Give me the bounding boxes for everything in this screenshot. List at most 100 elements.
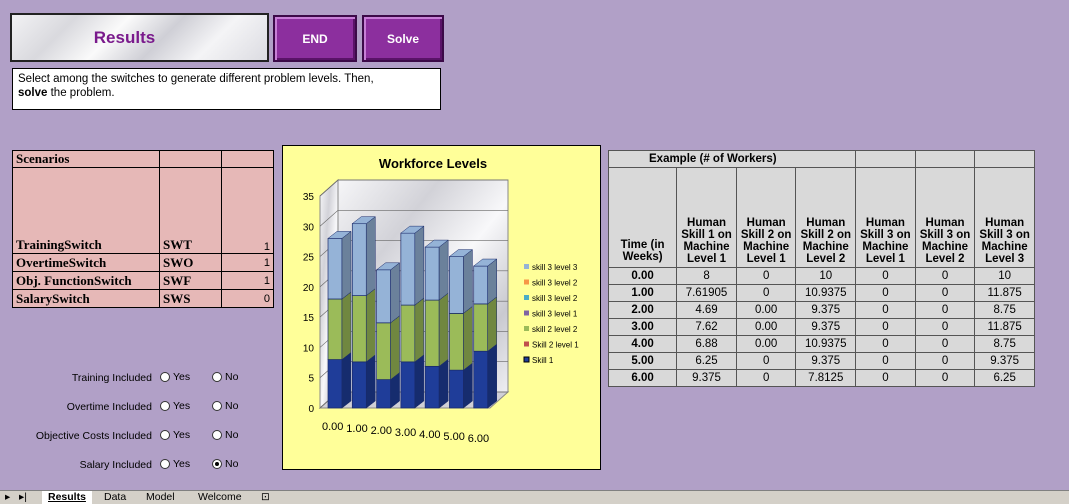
week-cell[interactable]: 1.00 [607,284,678,302]
new-sheet-icon[interactable]: ⊡ [255,491,276,504]
value-cell[interactable]: 0 [735,369,797,387]
value-cell[interactable]: 6.88 [676,335,737,353]
bar-face [473,303,489,352]
training-no-radio[interactable]: No [212,371,238,383]
value-cell[interactable]: 0 [735,352,797,370]
value-cell[interactable]: 6.25 [676,352,737,370]
value-cell[interactable]: 0 [914,352,976,370]
overtime-no-radio[interactable]: No [212,400,238,412]
week-cell[interactable]: 6.00 [607,369,678,387]
value-cell[interactable]: 0.00 [735,318,797,336]
bar-side [487,343,497,409]
week-cell[interactable]: 4.00 [607,335,678,353]
bar-face [376,322,391,380]
objective-no-radio[interactable]: No [212,429,238,441]
salary-no-radio[interactable]: No [212,458,238,470]
bar-segment [400,297,425,363]
value-cell[interactable]: 0.00 [735,301,797,319]
value-cell[interactable]: 8.75 [974,301,1035,319]
tab-results[interactable]: Results [42,491,92,504]
chart-plot-area: 0 5 10 15 20 25 30 35 0.00 1.00 2.00 3.00 4.00 5.00 6.… [303,178,510,445]
value-cell[interactable]: 9.375 [795,352,857,370]
value-cell[interactable]: 8 [676,267,737,285]
bar-face [400,361,416,409]
value-cell[interactable]: 6.25 [974,369,1035,387]
bar-face [449,369,464,409]
overtime-yes-radio[interactable]: Yes [160,400,190,412]
scenario-value[interactable]: 1 [221,271,274,290]
week-cell[interactable]: 2.00 [607,301,678,319]
value-cell[interactable]: 8.75 [974,335,1035,353]
solve-button[interactable]: Solve [362,15,444,62]
value-cell[interactable]: 0 [914,267,976,285]
value-cell[interactable]: 0 [855,352,916,370]
salary-option-row: Salary Included Yes No [12,458,272,474]
value-cell[interactable]: 10.9375 [795,335,857,353]
value-cell[interactable]: 7.8125 [795,369,857,387]
bar-face [376,269,391,324]
salary-yes-radio[interactable]: Yes [160,458,190,470]
value-cell[interactable]: 0 [855,369,916,387]
value-cell[interactable]: 0 [855,267,916,285]
results-title-box: Results [10,13,269,62]
tab-data[interactable]: Data [98,491,132,504]
value-cell[interactable]: 7.62 [676,318,737,336]
bar-side [438,239,449,301]
value-cell[interactable]: 11.875 [974,284,1035,302]
value-cell[interactable]: 0 [855,301,916,319]
week-cell[interactable]: 5.00 [607,352,678,370]
bar-side [341,291,352,361]
value-cell[interactable]: 9.375 [795,301,857,319]
value-cell[interactable]: 0 [735,284,797,302]
bar-side [438,358,449,409]
blank-cell [221,150,274,168]
value-cell[interactable]: 10 [974,267,1035,285]
option-label: Salary Included [79,459,152,471]
value-cell[interactable]: 0 [914,318,976,336]
scenario-value[interactable]: 1 [221,253,274,272]
legend-swatch [524,264,529,269]
tab-model[interactable]: Model [140,491,181,504]
table-row: 3.00 7.62 0.00 9.375 0 0 11.875 [607,318,1035,336]
bar-segment [424,292,449,367]
value-cell[interactable]: 0.00 [735,335,797,353]
last-sheet-icon[interactable]: ▸| [16,491,30,504]
end-button[interactable]: END [273,15,357,62]
value-cell[interactable]: 0 [855,284,916,302]
value-cell[interactable]: 0 [914,335,976,353]
scenario-value[interactable]: 0 [221,289,274,308]
value-cell[interactable]: 0 [735,267,797,285]
value-cell[interactable]: 9.375 [676,369,737,387]
value-cell[interactable]: 4.69 [676,301,737,319]
tab-welcome[interactable]: Welcome [192,491,248,504]
first-sheet-icon[interactable]: ▸ [2,491,13,504]
value-cell[interactable]: 9.375 [974,352,1035,370]
bar-face [327,359,343,409]
radio-icon [212,401,222,411]
value-cell[interactable]: 0 [914,301,976,319]
training-yes-radio[interactable]: Yes [160,371,190,383]
value-cell[interactable]: 7.61905 [676,284,737,302]
radio-label: No [225,371,239,383]
legend-label: skill 3 level 2 [532,279,578,288]
objective-yes-radio[interactable]: Yes [160,429,190,441]
value-cell[interactable]: 10 [795,267,857,285]
value-cell[interactable]: 11.875 [974,318,1035,336]
scenario-value[interactable]: 1 [221,167,274,254]
value-cell[interactable]: 0 [855,318,916,336]
value-cell[interactable]: 10.9375 [795,284,857,302]
legend-label: skill 3 level 1 [532,310,578,319]
value-cell[interactable]: 9.375 [795,318,857,336]
workforce-chart[interactable]: Workforce Levels 0 5 10 15 20 25 30 35 0.00 1.00 2… [282,145,601,470]
bar-side [414,297,425,363]
bar-segment [472,296,498,352]
value-cell[interactable]: 0 [855,335,916,353]
week-cell[interactable]: 0.00 [607,267,678,285]
option-label: Objective Costs Included [35,430,152,442]
value-cell[interactable]: 0 [914,369,976,387]
week-cell[interactable]: 3.00 [607,318,678,336]
chart-legend: skill 3 level 3 skill 3 level 2 skill 3 le… [523,263,579,365]
value-cell[interactable]: 0 [914,284,976,302]
blank-cell [974,150,1035,168]
bar-face [424,365,440,409]
